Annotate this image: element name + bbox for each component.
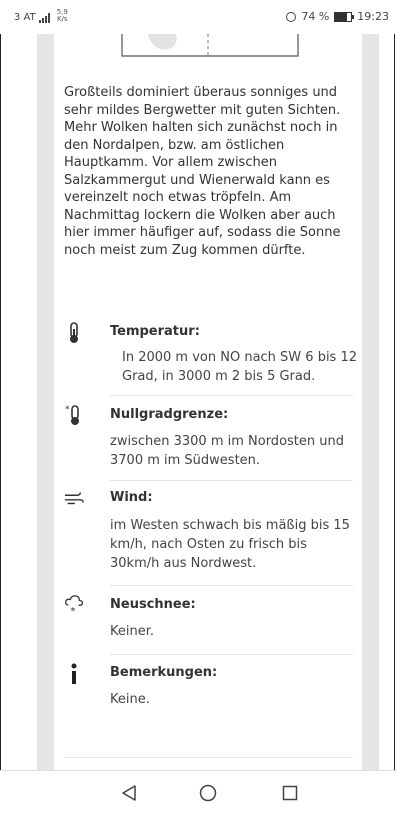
section-body-remarks: Keine.: [110, 692, 150, 707]
network-speed: 5,9 K/s: [57, 9, 68, 23]
alarm-icon: [286, 11, 297, 22]
status-right: 74 % 19:23: [286, 10, 389, 23]
snow-cloud-icon: *: [64, 594, 84, 616]
info-icon: [64, 663, 84, 685]
status-left: 3 AT 5,9 K/s: [14, 9, 68, 23]
home-circle-icon[interactable]: [196, 781, 220, 805]
speed-unit: K/s: [56, 15, 68, 23]
signal-icon: [38, 13, 50, 23]
region-map-fragment: [121, 34, 299, 57]
section-body-new-snow: Keiner.: [110, 624, 155, 639]
section-title-new-snow: Neuschnee:: [110, 597, 196, 612]
carrier-label: 3 AT: [14, 12, 36, 23]
freezing-level-icon: *: [64, 404, 84, 426]
section-body-temperature: In 2000 m von NO nach SW 6 bis 12 Grad, …: [122, 350, 358, 384]
svg-text:*: *: [70, 606, 75, 616]
section-title-remarks: Bemerkungen:: [110, 665, 218, 680]
section-divider: [110, 654, 353, 655]
page-gutter-left: [37, 34, 54, 770]
wind-icon: [64, 487, 84, 509]
section-divider: [110, 480, 353, 481]
navigation-bar: [0, 770, 397, 815]
status-time: 19:23: [357, 10, 389, 23]
recent-square-icon[interactable]: [278, 781, 302, 805]
svg-text:*: *: [65, 405, 70, 415]
section-body-wind: im Westen schwach bis mäßig bis 15 km/h,…: [110, 518, 350, 571]
section-title-temperature: Temperatur:: [110, 324, 200, 339]
bottom-divider: [64, 757, 353, 758]
battery-fill: [335, 12, 348, 21]
section-divider: [110, 585, 353, 586]
section-divider: [110, 395, 353, 396]
battery-percent: 74 %: [301, 10, 330, 23]
status-bar: 3 AT 5,9 K/s 74 % 19:23: [0, 0, 397, 34]
back-triangle-icon[interactable]: [117, 781, 141, 805]
section-body-freezing-level: zwischen 3300 m im Nordosten und 3700 m …: [110, 434, 344, 468]
battery-icon: [334, 11, 355, 22]
forecast-intro-text: Großteils dominiert überaus sonniges und…: [64, 85, 341, 258]
section-title-freezing-level: Nullgradgrenze:: [110, 407, 229, 422]
page-gutter-right: [362, 34, 379, 770]
thermometer-icon: [64, 322, 84, 344]
section-title-wind: Wind:: [110, 490, 153, 505]
